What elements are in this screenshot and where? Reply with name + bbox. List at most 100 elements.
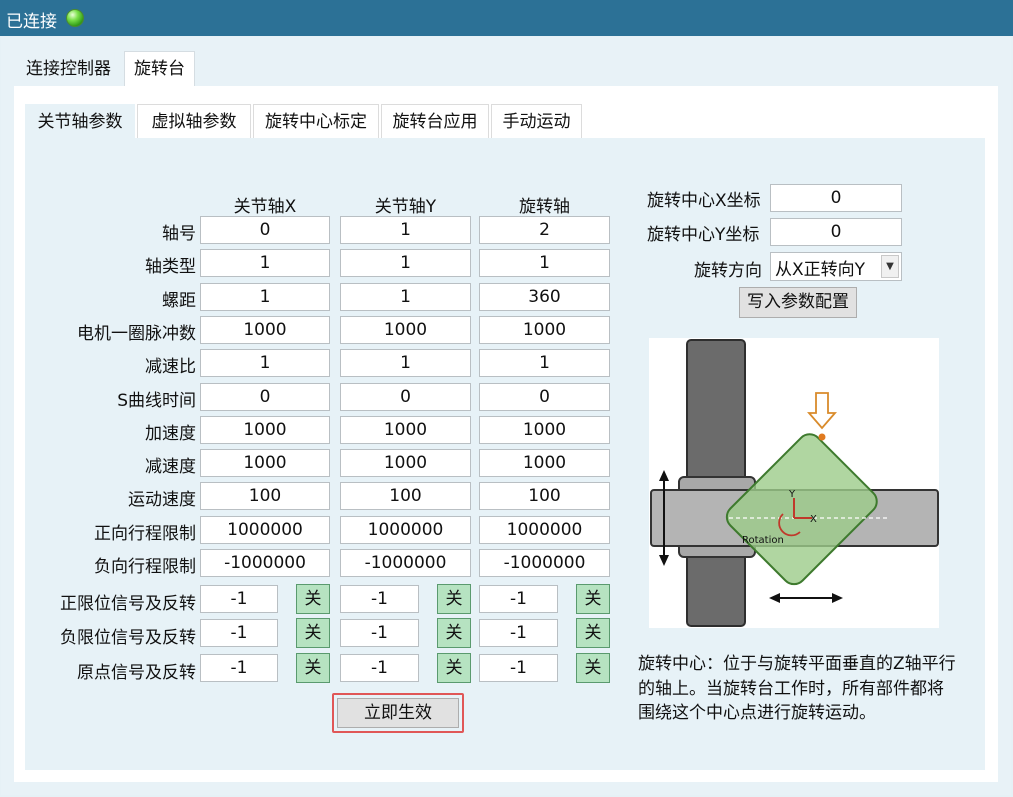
invert-toggle-button[interactable]: 关 (296, 584, 330, 614)
param-input[interactable]: 1000 (200, 416, 330, 444)
center-x-label: 旋转中心X坐标 (647, 191, 761, 211)
tab-rotation-center-calibration[interactable]: 旋转中心标定 (253, 104, 379, 138)
signal-input[interactable]: -1 (479, 654, 558, 682)
tab-virtual-axis-params[interactable]: 虚拟轴参数 (137, 104, 251, 138)
invert-toggle-button[interactable]: 关 (296, 618, 330, 648)
param-input[interactable]: -1000000 (479, 549, 610, 577)
contact-point (818, 433, 826, 441)
param-label: 螺距 (162, 291, 196, 311)
param-label: 轴号 (162, 224, 196, 244)
param-input[interactable]: 1000000 (340, 516, 471, 544)
invert-toggle-button[interactable]: 关 (576, 584, 610, 614)
invert-toggle-button[interactable]: 关 (437, 584, 471, 614)
param-label: 加速度 (145, 424, 196, 444)
column-header-joint-y: 关节轴Y (374, 197, 437, 217)
signal-input[interactable]: -1 (200, 654, 278, 682)
center-x-input[interactable]: 0 (770, 184, 902, 212)
param-input[interactable]: 1 (340, 216, 471, 244)
load-arrow-icon (807, 392, 837, 430)
chevron-down-icon[interactable]: ▼ (881, 255, 899, 278)
column-header-rotary-axis: 旋转轴 (519, 197, 570, 217)
param-input[interactable]: 2 (479, 216, 610, 244)
up-arrow-icon (659, 470, 669, 481)
invert-toggle-button[interactable]: 关 (437, 618, 471, 648)
signal-input[interactable]: -1 (340, 619, 419, 647)
param-label: S曲线时间 (117, 391, 196, 411)
signal-input[interactable]: -1 (340, 585, 419, 613)
param-label: 轴类型 (145, 257, 196, 277)
param-input[interactable]: 1000 (479, 449, 610, 477)
param-input[interactable]: 1000 (479, 316, 610, 344)
signal-label: 负限位信号及反转 (60, 628, 196, 648)
param-input[interactable]: 1 (200, 283, 330, 311)
signal-input[interactable]: -1 (479, 585, 558, 613)
connection-led-icon (66, 9, 84, 27)
signal-input[interactable]: -1 (340, 654, 419, 682)
param-label: 电机一圈脉冲数 (77, 324, 196, 344)
signal-input[interactable]: -1 (200, 585, 278, 613)
diagram-x-label: X (810, 514, 817, 525)
param-label: 减速度 (145, 457, 196, 477)
param-input[interactable]: 1000000 (200, 516, 330, 544)
apply-now-button[interactable]: 立即生效 (337, 698, 459, 728)
signal-input[interactable]: -1 (479, 619, 558, 647)
param-input[interactable]: 1000 (479, 416, 610, 444)
invert-toggle-button[interactable]: 关 (576, 618, 610, 648)
title-bar: 已连接 (0, 0, 1013, 36)
param-input[interactable]: 1 (479, 249, 610, 277)
apply-button-highlight: 立即生效 (332, 693, 464, 733)
left-arrow-icon (769, 593, 780, 603)
tab-rotary-table[interactable]: 旋转台 (124, 51, 195, 87)
write-config-button[interactable]: 写入参数配置 (739, 287, 857, 318)
direction-label: 旋转方向 (694, 261, 762, 281)
param-input[interactable]: -1000000 (200, 549, 330, 577)
param-input[interactable]: 1 (479, 349, 610, 377)
param-input[interactable]: 100 (200, 482, 330, 510)
param-input[interactable]: 360 (479, 283, 610, 311)
param-input[interactable]: 1 (200, 249, 330, 277)
connection-status-text: 已连接 (6, 12, 57, 32)
param-input[interactable]: 100 (340, 482, 471, 510)
diagram-y-label: Y (788, 489, 796, 500)
tab-manual-motion[interactable]: 手动运动 (491, 104, 582, 138)
param-input[interactable]: 1 (340, 249, 471, 277)
param-input[interactable]: 0 (200, 383, 330, 411)
param-input[interactable]: 1000 (200, 316, 330, 344)
signal-input[interactable]: -1 (200, 619, 278, 647)
param-label: 运动速度 (128, 490, 196, 510)
rotation-center-diagram: Y X Rotation (649, 338, 939, 628)
signal-label: 正限位信号及反转 (60, 594, 196, 614)
down-arrow-icon (659, 555, 669, 566)
param-label: 正向行程限制 (94, 524, 196, 544)
rotation-center-description: 旋转中心：位于与旋转平面垂直的Z轴平行的轴上。当旋转台工作时，所有部件都将围绕这… (638, 654, 956, 723)
param-input[interactable]: 1 (340, 283, 471, 311)
param-input[interactable]: -1000000 (340, 549, 471, 577)
tab-connect-controller[interactable]: 连接控制器 (16, 52, 121, 86)
direction-select[interactable]: 从X正转向Y ▼ (770, 252, 902, 281)
param-input[interactable]: 100 (479, 482, 610, 510)
param-input[interactable]: 0 (340, 383, 471, 411)
right-arrow-icon (832, 593, 843, 603)
param-input[interactable]: 1 (340, 349, 471, 377)
param-input[interactable]: 1000 (340, 449, 471, 477)
param-label: 负向行程限制 (94, 557, 196, 577)
param-input[interactable]: 1000 (200, 449, 330, 477)
diagram-rotation-label: Rotation (742, 535, 784, 546)
invert-toggle-button[interactable]: 关 (437, 653, 471, 683)
param-input[interactable]: 0 (479, 383, 610, 411)
param-input[interactable]: 1 (200, 349, 330, 377)
signal-label: 原点信号及反转 (77, 663, 196, 683)
invert-toggle-button[interactable]: 关 (296, 653, 330, 683)
center-y-input[interactable]: 0 (770, 218, 902, 246)
center-y-label: 旋转中心Y坐标 (647, 225, 760, 245)
param-input[interactable]: 1000 (340, 316, 471, 344)
param-input[interactable]: 1000 (340, 416, 471, 444)
invert-toggle-button[interactable]: 关 (576, 653, 610, 683)
param-input[interactable]: 1000000 (479, 516, 610, 544)
tab-joint-axis-params[interactable]: 关节轴参数 (25, 104, 135, 138)
param-input[interactable]: 0 (200, 216, 330, 244)
tab-rotary-table-application[interactable]: 旋转台应用 (381, 104, 489, 138)
column-header-joint-x: 关节轴X (233, 197, 297, 217)
param-label: 减速比 (145, 357, 196, 377)
direction-select-value: 从X正转向Y (775, 260, 866, 280)
